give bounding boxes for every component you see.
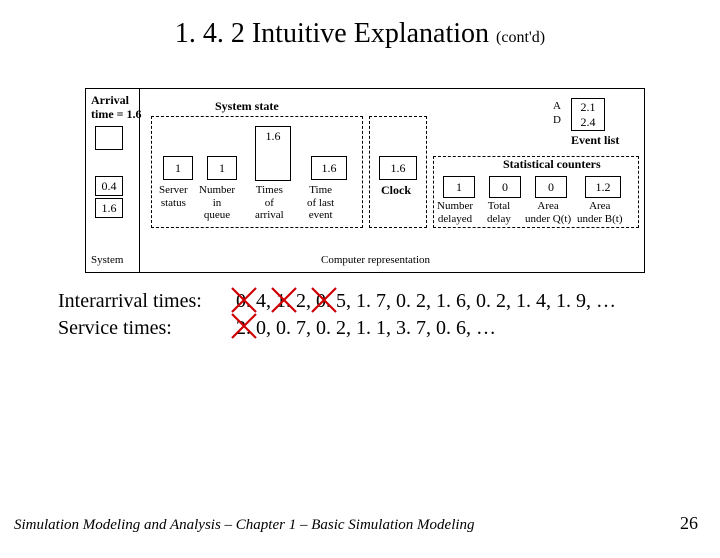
service-label: Service times:	[58, 317, 236, 340]
service-values: 2. 0, 0. 7, 0. 2, 1. 1, 3. 7, 0. 6, …	[236, 317, 496, 340]
clock-label: Clock	[381, 184, 411, 198]
interarrival-row: Interarrival times: 0. 4, 1. 2, 0. 5, 1.…	[58, 290, 616, 313]
event-list-label: Event list	[571, 134, 619, 148]
simulation-diagram: Arrival time = 1.6 0.4 1.6 System System…	[85, 88, 645, 273]
total-delay-label: Total delay	[487, 200, 511, 225]
page-number: 26	[680, 513, 698, 534]
system-state-label: System state	[215, 100, 279, 114]
num-delayed-label: Number delayed	[437, 200, 473, 225]
event-A-label: A	[553, 100, 561, 113]
num-in-queue-label: Number in queue	[199, 184, 235, 222]
diagram-vline	[139, 88, 140, 273]
last-event-label: Time of last event	[307, 184, 334, 222]
last-event-box: 1.6	[311, 156, 347, 180]
server-status-box: 1	[163, 156, 193, 180]
computer-rep-label: Computer representation	[321, 254, 430, 267]
arrival-slot-1	[255, 144, 291, 163]
num-delayed-box: 1	[443, 176, 475, 198]
service-row: Service times: 2. 0, 0. 7, 0. 2, 1. 1, 3…	[58, 317, 616, 340]
area-b-box: 1.2	[585, 176, 621, 198]
area-b-label: Area under B(t)	[577, 200, 623, 225]
queue-customer-1: 0.4	[95, 176, 123, 196]
total-delay-box: 0	[489, 176, 521, 198]
server-status-label: Server status	[159, 184, 188, 209]
queue-customer-2: 1.6	[95, 198, 123, 218]
slide-title: 1. 4. 2 Intuitive Explanation (cont'd)	[0, 18, 720, 50]
diagram-empty-box	[95, 126, 123, 150]
times-block: Interarrival times: 0. 4, 1. 2, 0. 5, 1.…	[58, 290, 616, 344]
event-D-label: D	[553, 114, 561, 127]
arrival-time-label: Arrival time = 1.6	[91, 94, 142, 122]
clock-box: 1.6	[379, 156, 417, 180]
title-main: 1. 4. 2 Intuitive Explanation	[175, 18, 496, 49]
interarrival-values: 0. 4, 1. 2, 0. 5, 1. 7, 0. 2, 1. 6, 0. 2…	[236, 290, 616, 313]
event-D-val: 2.4	[571, 114, 605, 131]
num-in-queue-box: 1	[207, 156, 237, 180]
arrival-time-0: 1.6	[255, 126, 291, 146]
times-of-arrival-label: Times of arrival	[255, 184, 284, 222]
arrival-slot-2	[255, 162, 291, 181]
area-q-box: 0	[535, 176, 567, 198]
interarrival-label: Interarrival times:	[58, 290, 236, 313]
area-q-label: Area under Q(t)	[525, 200, 571, 225]
title-contd: (cont'd)	[496, 29, 545, 46]
stat-counters-label: Statistical counters	[503, 158, 601, 172]
footer-text: Simulation Modeling and Analysis – Chapt…	[14, 517, 475, 534]
system-label: System	[91, 254, 123, 267]
